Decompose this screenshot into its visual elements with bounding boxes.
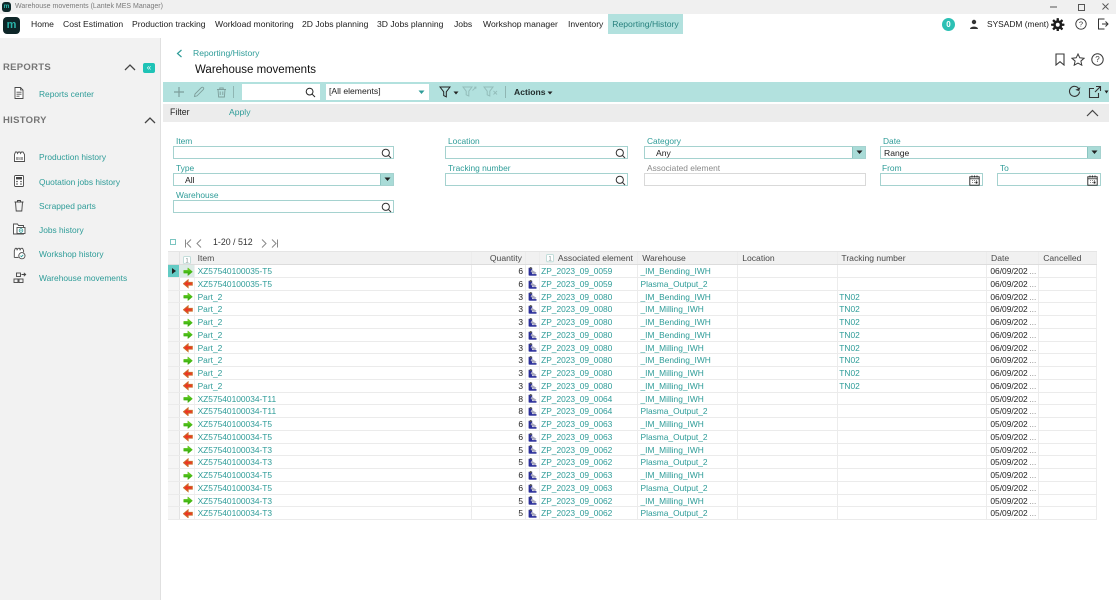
svg-text:?: ? <box>1095 55 1100 64</box>
svg-text:888: 888 <box>16 156 24 161</box>
svg-text:?: ? <box>1079 20 1083 29</box>
